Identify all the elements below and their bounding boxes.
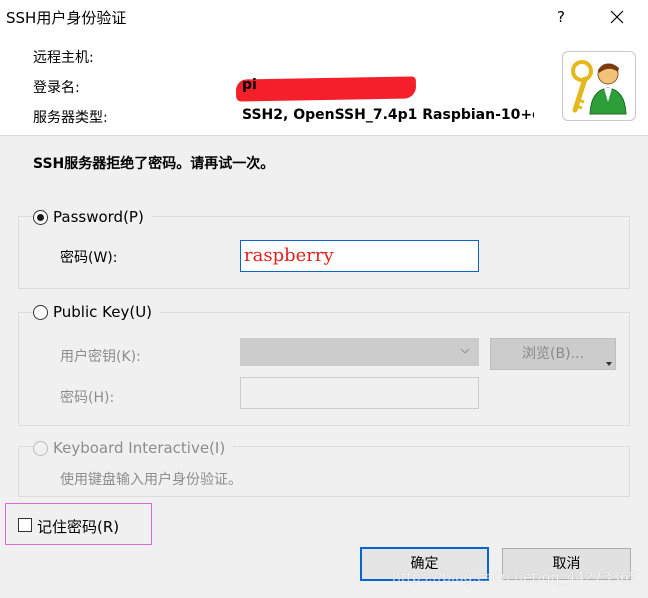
dropdown-arrow-icon <box>606 362 612 366</box>
remember-password-label[interactable]: 记住密码(R) <box>37 516 119 537</box>
user-key-label: 用户密钥(K): <box>60 349 141 365</box>
chevron-down-icon <box>460 348 470 354</box>
browse-button[interactable]: 浏览(B)... <box>490 338 616 370</box>
user-key-select[interactable] <box>240 338 479 366</box>
keyboard-interactive-radio-label: Keyboard Interactive(I) <box>53 439 226 457</box>
remember-password-checkbox[interactable] <box>18 518 32 532</box>
passphrase-label: 密码(H): <box>60 390 115 406</box>
auth-failed-message: SSH服务器拒绝了密码。请再试一次。 <box>33 156 275 172</box>
help-button[interactable]: ? <box>546 4 576 30</box>
public-key-radio-label: Public Key(U) <box>53 303 153 321</box>
password-radio-button[interactable] <box>33 209 48 225</box>
window-title: SSH用户身份验证 <box>6 9 127 27</box>
public-key-radio-button[interactable] <box>33 304 48 320</box>
password-field-label: 密码(W): <box>60 250 118 266</box>
password-input[interactable]: raspberry <box>240 240 479 272</box>
close-icon <box>610 10 624 24</box>
watermark-text: https://blog.csdn.net/qq_44273365 <box>392 570 638 586</box>
browse-button-label: 浏览(B)... <box>522 346 584 362</box>
server-type-value: SSH2, OpenSSH_7.4p1 Raspbian-10+de <box>242 107 534 123</box>
close-button[interactable] <box>600 2 636 32</box>
remote-host-label: 远程主机: <box>33 50 94 66</box>
password-radio-label: Password(P) <box>53 208 144 226</box>
connection-info-panel: 远程主机: 登录名: pi 服务器类型: SSH2, OpenSSH_7.4p1… <box>0 34 648 136</box>
keyboard-interactive-radio[interactable]: Keyboard Interactive(I) <box>33 438 234 458</box>
login-label: 登录名: <box>33 80 80 96</box>
login-value: pi <box>242 77 257 93</box>
keyboard-interactive-description: 使用键盘输入用户身份验证。 <box>60 472 242 488</box>
key-user-icon <box>562 51 636 121</box>
keyboard-interactive-radio-button[interactable] <box>33 440 48 456</box>
server-type-label: 服务器类型: <box>33 110 108 126</box>
password-radio[interactable]: Password(P) <box>33 207 152 227</box>
title-bar: SSH用户身份验证 ? <box>0 0 648 34</box>
passphrase-input[interactable] <box>240 377 479 409</box>
public-key-radio[interactable]: Public Key(U) <box>33 302 161 322</box>
